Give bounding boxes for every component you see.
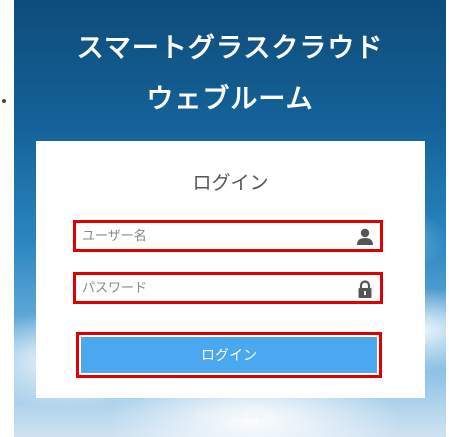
bullet-dot: [2, 99, 6, 103]
login-button-label: ログイン: [81, 337, 377, 373]
lock-icon: [358, 280, 372, 298]
login-title: ログイン: [192, 172, 269, 194]
app-title-line1: スマートグラスクラウド: [76, 33, 384, 64]
about-link[interactable]: About this app: [14, 409, 446, 421]
app-title-line2: ウェブルーム: [146, 84, 314, 115]
user-icon: [357, 228, 373, 245]
username-input[interactable]: [82, 226, 342, 246]
login-button[interactable]: ログイン: [76, 332, 382, 378]
password-field[interactable]: [73, 272, 383, 304]
password-input[interactable]: [82, 278, 342, 298]
sky-background: スマートグラスクラウド ウェブルーム ログイン ログイン About this …: [14, 0, 446, 437]
username-field[interactable]: [73, 220, 383, 252]
login-card: ログイン ログイン: [36, 141, 425, 398]
